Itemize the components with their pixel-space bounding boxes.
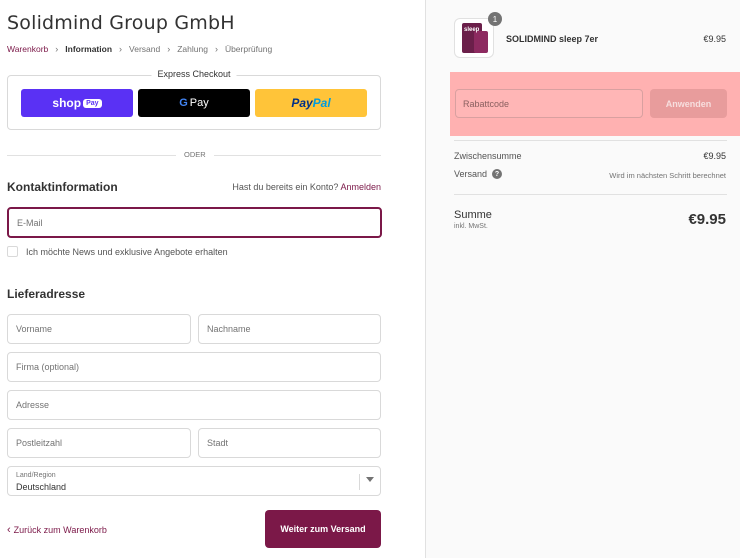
city-input[interactable] — [199, 429, 380, 457]
breadcrumb-information: Information — [65, 44, 113, 54]
breadcrumb-shipping: Versand — [129, 44, 161, 54]
paypal-label-part1: Pay — [291, 96, 313, 110]
checkout-main: Solidmind Group GmbH Warenkorb › Informa… — [0, 0, 425, 558]
continue-to-shipping-button[interactable]: Weiter zum Versand — [265, 510, 381, 548]
summary-divider — [454, 140, 727, 141]
email-field[interactable] — [7, 207, 382, 238]
breadcrumb-payment: Zahlung — [177, 44, 208, 54]
select-divider — [359, 474, 360, 490]
contact-heading: Kontaktinformation — [7, 180, 118, 194]
login-prompt: Hast du bereits ein Konto? — [232, 182, 339, 192]
shipping-cost-label: Versand ? — [454, 169, 503, 179]
product-price: €9.95 — [703, 34, 726, 44]
apply-discount-button[interactable]: Anwenden — [650, 89, 727, 118]
product-pack-text: sleep — [464, 27, 480, 33]
total-value: €9.95 — [688, 211, 726, 228]
chevron-left-icon: ‹ — [7, 524, 11, 536]
address-input[interactable] — [8, 391, 380, 419]
company-field[interactable] — [7, 352, 381, 382]
chevron-right-icon: › — [167, 44, 171, 54]
newsletter-label: Ich möchte News und exklusive Angebote e… — [26, 246, 228, 257]
shipping-heading: Lieferadresse — [7, 287, 86, 301]
continue-label: Weiter zum Versand — [280, 524, 366, 534]
google-pay-label: Pay — [189, 97, 209, 109]
last-name-input[interactable] — [199, 315, 380, 343]
chevron-down-icon — [366, 477, 374, 482]
shop-pay-badge: Pay — [83, 98, 102, 108]
discount-code-field[interactable] — [455, 89, 643, 118]
total-label: Summe — [454, 209, 492, 221]
summary-divider — [454, 194, 727, 195]
subtotal-value: €9.95 — [703, 151, 726, 161]
chevron-right-icon: › — [214, 44, 218, 54]
breadcrumb: Warenkorb › Information › Versand › Zahl… — [7, 44, 272, 54]
subtotal-text: Zwischensumme — [454, 151, 522, 161]
shipping-cost-value: Wird im nächsten Schritt berechnet — [609, 171, 726, 180]
express-checkout: Express Checkout shop Pay G Pay Pay Pal — [7, 69, 381, 130]
company-input[interactable] — [8, 353, 380, 381]
paypal-button[interactable]: Pay Pal — [255, 89, 367, 117]
total-tax-note: inkl. MwSt. — [454, 223, 488, 230]
first-name-input[interactable] — [8, 315, 190, 343]
last-name-field[interactable] — [198, 314, 381, 344]
order-summary: sleep 1 SOLIDMIND sleep 7er €9.95 Anwend… — [425, 0, 740, 558]
chevron-right-icon: › — [55, 44, 59, 54]
google-g-icon: G — [179, 97, 188, 109]
shop-pay-button[interactable]: shop Pay — [21, 89, 133, 117]
divider-or-text: ODER — [176, 150, 214, 159]
address-field[interactable] — [7, 390, 381, 420]
email-input[interactable] — [9, 209, 380, 236]
city-field[interactable] — [198, 428, 381, 458]
product-pack-image-secondary — [474, 31, 488, 53]
zip-input[interactable] — [8, 429, 190, 457]
google-pay-button[interactable]: G Pay — [138, 89, 250, 117]
store-title: Solidmind Group GmbH — [7, 12, 235, 34]
breadcrumb-cart[interactable]: Warenkorb — [7, 44, 48, 54]
login-link[interactable]: Anmelden — [340, 182, 381, 192]
back-to-cart-label: Zurück zum Warenkorb — [13, 525, 107, 535]
country-select[interactable]: Land/Region Deutschland — [7, 466, 381, 496]
quantity-badge: 1 — [488, 12, 502, 26]
express-checkout-title: Express Checkout — [151, 69, 237, 79]
back-to-cart-link[interactable]: ‹ Zurück zum Warenkorb — [7, 524, 107, 536]
product-name: SOLIDMIND sleep 7er — [506, 34, 599, 44]
breadcrumb-review: Überprüfung — [224, 44, 273, 54]
paypal-label-part2: Pal — [312, 96, 331, 110]
first-name-field[interactable] — [7, 314, 191, 344]
discount-code-input[interactable] — [456, 90, 642, 117]
zip-field[interactable] — [7, 428, 191, 458]
help-icon[interactable]: ? — [492, 169, 503, 179]
country-label: Land/Region — [16, 472, 56, 479]
apply-label: Anwenden — [665, 98, 712, 109]
login-hint: Hast du bereits ein Konto? Anmelden — [232, 182, 381, 192]
country-value: Deutschland — [16, 482, 67, 492]
product-thumbnail: sleep — [454, 18, 494, 58]
newsletter-checkbox[interactable] — [7, 246, 18, 257]
chevron-right-icon: › — [119, 44, 123, 54]
newsletter-option[interactable]: Ich möchte News und exklusive Angebote e… — [7, 246, 228, 257]
shipping-cost-text: Versand — [454, 169, 488, 179]
subtotal-label: Zwischensumme — [454, 151, 522, 161]
shop-pay-label: shop — [52, 96, 82, 110]
